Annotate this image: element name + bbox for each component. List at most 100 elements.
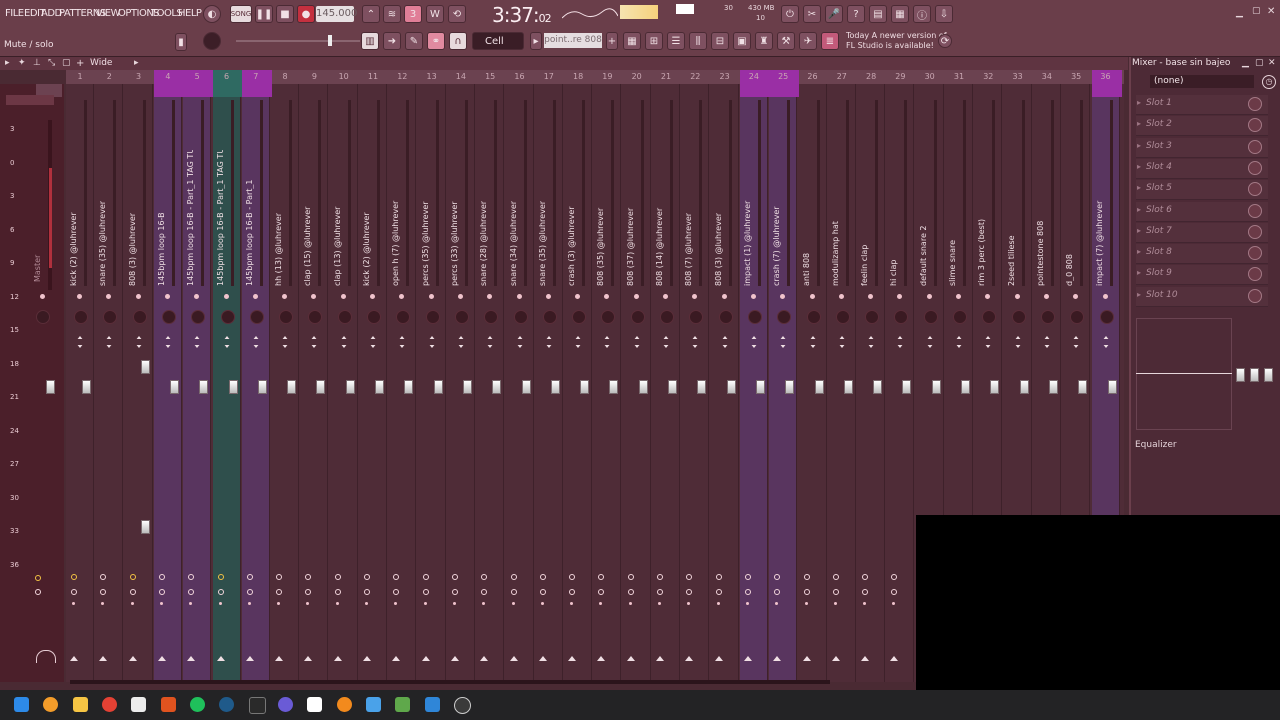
track-send-indicator[interactable] (334, 589, 341, 595)
track-pan-knob[interactable] (747, 310, 762, 324)
link-icon[interactable]: ⚭ (427, 32, 445, 50)
track-volume-fader[interactable] (726, 380, 736, 394)
fx-slot[interactable]: ▸ Slot 6 (1136, 201, 1268, 222)
fx-slot[interactable]: ▸ Slot 5 (1136, 180, 1268, 201)
track-route-indicator[interactable] (832, 574, 839, 580)
track-volume-fader[interactable] (873, 380, 883, 394)
steam-icon[interactable] (219, 697, 234, 712)
master-pitch-handle[interactable] (328, 35, 332, 46)
help-icon[interactable]: ? (847, 5, 865, 23)
news-panel[interactable]: Today A newer version of FL Studio is ava… (846, 31, 947, 51)
track-pan-knob[interactable] (806, 310, 821, 324)
countdown-icon[interactable]: 3 (404, 5, 422, 23)
track-send-indicator[interactable] (364, 589, 370, 595)
discord-icon[interactable] (278, 697, 293, 712)
mixer-arrow-icon[interactable]: ✦ (18, 58, 26, 68)
track-route-arrow-icon[interactable] (421, 656, 430, 661)
track-volume-fader[interactable] (433, 380, 443, 394)
track-stereo-icon[interactable] (311, 345, 317, 348)
mixer-add-icon[interactable]: + (76, 58, 84, 69)
track-stereo-icon[interactable] (634, 345, 640, 348)
fx-slot-mix-knob[interactable] (1248, 160, 1262, 175)
track-route-indicator[interactable] (71, 574, 77, 580)
track-route-arrow-icon[interactable] (392, 656, 401, 661)
track-pan-knob[interactable] (630, 310, 645, 324)
track-name[interactable]: 145bpm loop 16-B - Part_1 (245, 150, 257, 286)
track-name[interactable]: 808 (3) @luhrever (714, 150, 726, 286)
track-pan-knob[interactable] (542, 310, 557, 324)
fx-slot-mix-knob[interactable] (1248, 224, 1262, 239)
track-pan-knob[interactable] (249, 310, 264, 324)
track-route-arrow-icon[interactable] (333, 656, 342, 661)
track-name[interactable]: pointestone 808 (1036, 150, 1048, 286)
master-route-indicator[interactable] (35, 575, 41, 581)
track-volume-fader[interactable] (345, 380, 355, 394)
track-volume-fader[interactable] (1019, 380, 1029, 394)
track-volume-fader[interactable] (609, 380, 619, 394)
fx-slot-arrow-icon[interactable]: ▸ (1137, 119, 1141, 128)
fl-orange-icon[interactable] (337, 697, 352, 712)
track-pan-knob[interactable] (923, 310, 938, 324)
track-send-indicator[interactable] (129, 589, 136, 595)
track-name[interactable]: 145bpm loop 16-B - Part_1 TAG TUK (186, 150, 198, 286)
master-send-indicator[interactable] (35, 589, 41, 595)
track-name[interactable]: modulizamp hat (831, 150, 843, 286)
track-stereo-icon[interactable] (985, 336, 991, 339)
chrome-icon[interactable] (102, 697, 117, 712)
track-volume-fader[interactable] (580, 380, 590, 394)
track-pan-knob[interactable] (572, 310, 587, 324)
track-pan-knob[interactable] (161, 310, 176, 324)
track-stereo-icon[interactable] (604, 336, 610, 339)
arrow-right-icon[interactable]: ➜ (383, 32, 401, 50)
track-stereo-icon[interactable] (136, 336, 141, 339)
fx-close-icon[interactable]: ✕ (1268, 58, 1276, 68)
track-stereo-icon[interactable] (956, 345, 962, 348)
track-route-arrow-icon[interactable] (363, 656, 371, 661)
file-explorer-icon[interactable] (73, 697, 88, 712)
fx-slot-arrow-icon[interactable]: ▸ (1137, 290, 1141, 299)
track-stereo-icon[interactable] (1073, 336, 1079, 339)
track-volume-fader[interactable] (814, 380, 824, 394)
track-name[interactable]: 808 (35) @luhrever (596, 150, 608, 286)
pattern-arrow-icon[interactable]: ▸ (530, 32, 542, 50)
fx-slot-arrow-icon[interactable]: ▸ (1137, 183, 1141, 192)
track-route-indicator[interactable] (539, 574, 546, 580)
track-stereo-icon[interactable] (458, 336, 464, 339)
track-route-arrow-icon[interactable] (773, 656, 782, 661)
track-route-indicator[interactable] (715, 574, 722, 580)
track-fx-dot[interactable] (633, 294, 639, 299)
track-volume-fader[interactable] (638, 380, 648, 394)
mixer-icon[interactable]: ⫼ (689, 32, 707, 50)
fx-slot[interactable]: ▸ Slot 3 (1136, 137, 1268, 158)
spotify-icon[interactable] (190, 697, 205, 712)
playlist-icon[interactable]: ▦ (623, 32, 641, 50)
metronome-icon[interactable]: ⌃ (362, 5, 380, 23)
track-name[interactable]: 145bpm loop 16-B (157, 150, 169, 286)
master-fader[interactable] (46, 380, 55, 394)
fx-preset-selector[interactable]: (none) (1150, 75, 1254, 88)
snap-selector[interactable]: Cell (472, 32, 524, 50)
track-stereo-icon[interactable] (517, 345, 522, 348)
fx-slot-mix-knob[interactable] (1248, 97, 1262, 111)
edison-icon[interactable]: ✈ (799, 32, 817, 50)
track-name[interactable]: d_0 808 (1065, 150, 1077, 286)
track-stereo-icon[interactable] (370, 345, 376, 348)
track-stereo-icon[interactable] (927, 345, 933, 348)
track-send-indicator[interactable] (158, 589, 165, 595)
track-fx-dot[interactable] (1102, 294, 1108, 299)
track-pan-knob[interactable] (1099, 310, 1114, 324)
track-stereo-icon[interactable] (1044, 336, 1050, 339)
track-stereo-icon[interactable] (722, 336, 727, 339)
track-volume-fader[interactable] (550, 380, 560, 394)
fx-slot[interactable]: ▸ Slot 7 (1136, 222, 1268, 243)
track-route-arrow-icon[interactable] (861, 656, 870, 661)
track-route-arrow-icon[interactable] (656, 656, 664, 661)
mixer-view-label[interactable]: Wide (90, 58, 112, 68)
track-send-indicator[interactable] (657, 589, 663, 595)
fx-clock-icon[interactable]: ◷ (1262, 75, 1276, 89)
track-route-indicator[interactable] (158, 574, 165, 580)
track-name[interactable]: anti 808 (802, 150, 814, 286)
fx-slot-arrow-icon[interactable]: ▸ (1137, 226, 1141, 235)
eq-band-fader-2[interactable] (1250, 368, 1259, 382)
fx-slot-arrow-icon[interactable]: ▸ (1137, 141, 1141, 150)
